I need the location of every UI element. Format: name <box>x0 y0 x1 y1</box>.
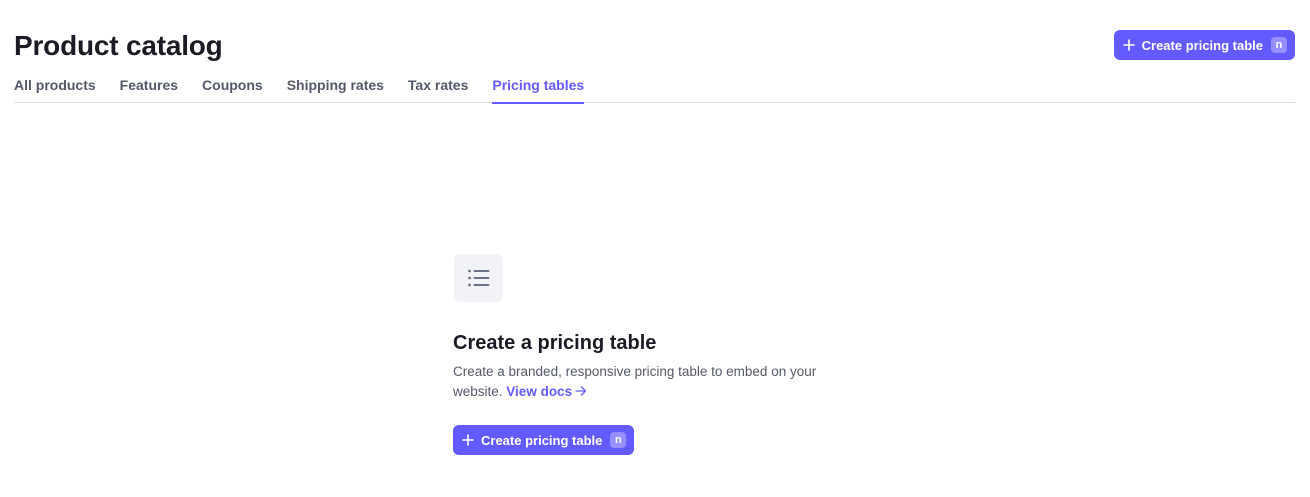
empty-state-icon-container <box>454 254 503 302</box>
page: Product catalog Create pricing table n A… <box>0 0 1310 497</box>
tab-tax-rates[interactable]: Tax rates <box>408 68 468 103</box>
plus-icon <box>1122 39 1135 51</box>
tab-features[interactable]: Features <box>120 68 178 103</box>
tab-shipping-rates[interactable]: Shipping rates <box>287 68 384 103</box>
empty-state-title: Create a pricing table <box>453 332 657 354</box>
tab-coupons[interactable]: Coupons <box>202 68 263 103</box>
empty-state: Create a pricing table Create a branded,… <box>453 254 853 455</box>
view-docs-label: View docs <box>506 384 573 399</box>
keyboard-shortcut-badge: n <box>1271 37 1287 53</box>
create-pricing-table-label: Create pricing table <box>1141 37 1263 53</box>
empty-state-create-button[interactable]: Create pricing table n <box>453 425 635 455</box>
empty-state-create-label: Create pricing table <box>481 432 603 448</box>
list-icon <box>467 269 489 287</box>
arrow-right-icon <box>575 386 587 396</box>
tab-pricing-tables[interactable]: Pricing tables <box>492 68 584 104</box>
empty-state-description: Create a branded, responsive pricing tab… <box>453 362 843 402</box>
tab-bar: All products Features Coupons Shipping r… <box>14 68 1295 104</box>
create-pricing-table-button[interactable]: Create pricing table n <box>1113 30 1295 60</box>
view-docs-link[interactable]: View docs <box>506 384 587 399</box>
page-title: Product catalog <box>14 30 223 61</box>
tab-all-products[interactable]: All products <box>14 68 96 103</box>
keyboard-shortcut-badge: n <box>610 432 627 448</box>
plus-icon <box>462 434 474 446</box>
